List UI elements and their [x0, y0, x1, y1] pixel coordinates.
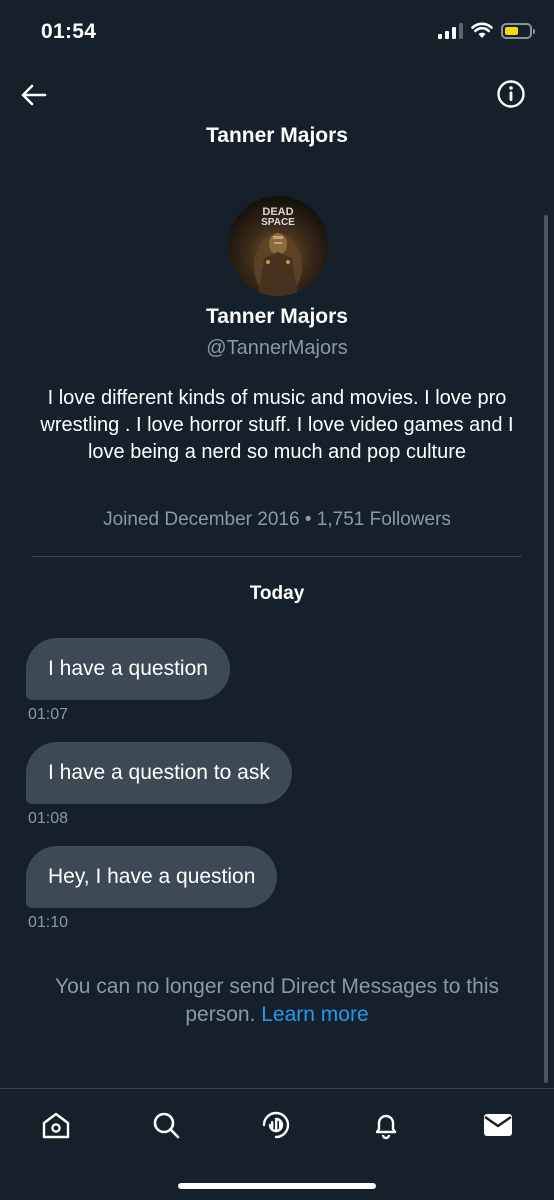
home-indicator[interactable]: [178, 1183, 376, 1189]
message-item: I have a question to ask 01:08: [26, 742, 292, 828]
learn-more-link[interactable]: Learn more: [261, 1003, 368, 1026]
back-button[interactable]: [18, 80, 48, 110]
message-bubble[interactable]: I have a question to ask: [26, 742, 292, 804]
nav-messages[interactable]: [480, 1107, 516, 1143]
scrollbar[interactable]: [544, 215, 548, 1083]
status-time: 01:54: [41, 20, 97, 43]
arrow-left-icon: [21, 84, 47, 106]
notifications-icon: [375, 1114, 397, 1140]
message-time: 01:08: [28, 810, 69, 827]
profile-meta: Joined December 2016 • 1,751 Followers: [0, 509, 554, 531]
message-time: 01:10: [28, 914, 69, 931]
nav-home[interactable]: [38, 1107, 74, 1143]
message-item: Hey, I have a question 01:10: [26, 846, 278, 932]
nav-search[interactable]: [148, 1107, 184, 1143]
profile-bio: I love different kinds of music and movi…: [40, 387, 514, 463]
day-label: Today: [249, 583, 305, 604]
messages-icon: [484, 1114, 512, 1136]
cellular-signal-icon: [438, 22, 463, 39]
divider: [32, 556, 522, 557]
message-bubble[interactable]: Hey, I have a question: [26, 846, 278, 908]
joined-date: Joined December 2016: [103, 509, 300, 530]
followers-count[interactable]: 1,751 Followers: [317, 509, 451, 530]
status-bar: 01:54: [0, 0, 554, 66]
message-time: 01:07: [28, 706, 69, 723]
home-icon: [42, 1112, 70, 1139]
nav-notifications[interactable]: [368, 1107, 404, 1143]
spaces-icon: [262, 1111, 290, 1139]
avatar-artwork: DEAD SPACE: [254, 206, 302, 296]
profile-name[interactable]: Tanner Majors: [0, 305, 554, 329]
profile-handle[interactable]: @TannerMajors: [0, 337, 554, 360]
dm-restriction-notice: You can no longer send Direct Messages t…: [30, 973, 524, 1029]
dm-conversation-screen: 01:54 Tanner Majors DEAD SPACE Tanner Ma…: [0, 0, 554, 1200]
search-icon: [153, 1112, 180, 1139]
page-title: Tanner Majors: [206, 124, 348, 147]
avatar-text-space: SPACE: [261, 217, 295, 228]
meta-separator: •: [304, 509, 312, 530]
avatar[interactable]: DEAD SPACE: [228, 196, 328, 296]
message-bubble[interactable]: I have a question: [26, 638, 230, 700]
wifi-icon: [471, 22, 493, 38]
battery-icon: [501, 22, 535, 39]
message-item: I have a question 01:07: [26, 638, 230, 724]
conversation-info-button[interactable]: [496, 79, 526, 109]
info-circle-icon: [497, 80, 525, 108]
nav-spaces[interactable]: [258, 1107, 294, 1143]
status-icons: [438, 22, 535, 39]
